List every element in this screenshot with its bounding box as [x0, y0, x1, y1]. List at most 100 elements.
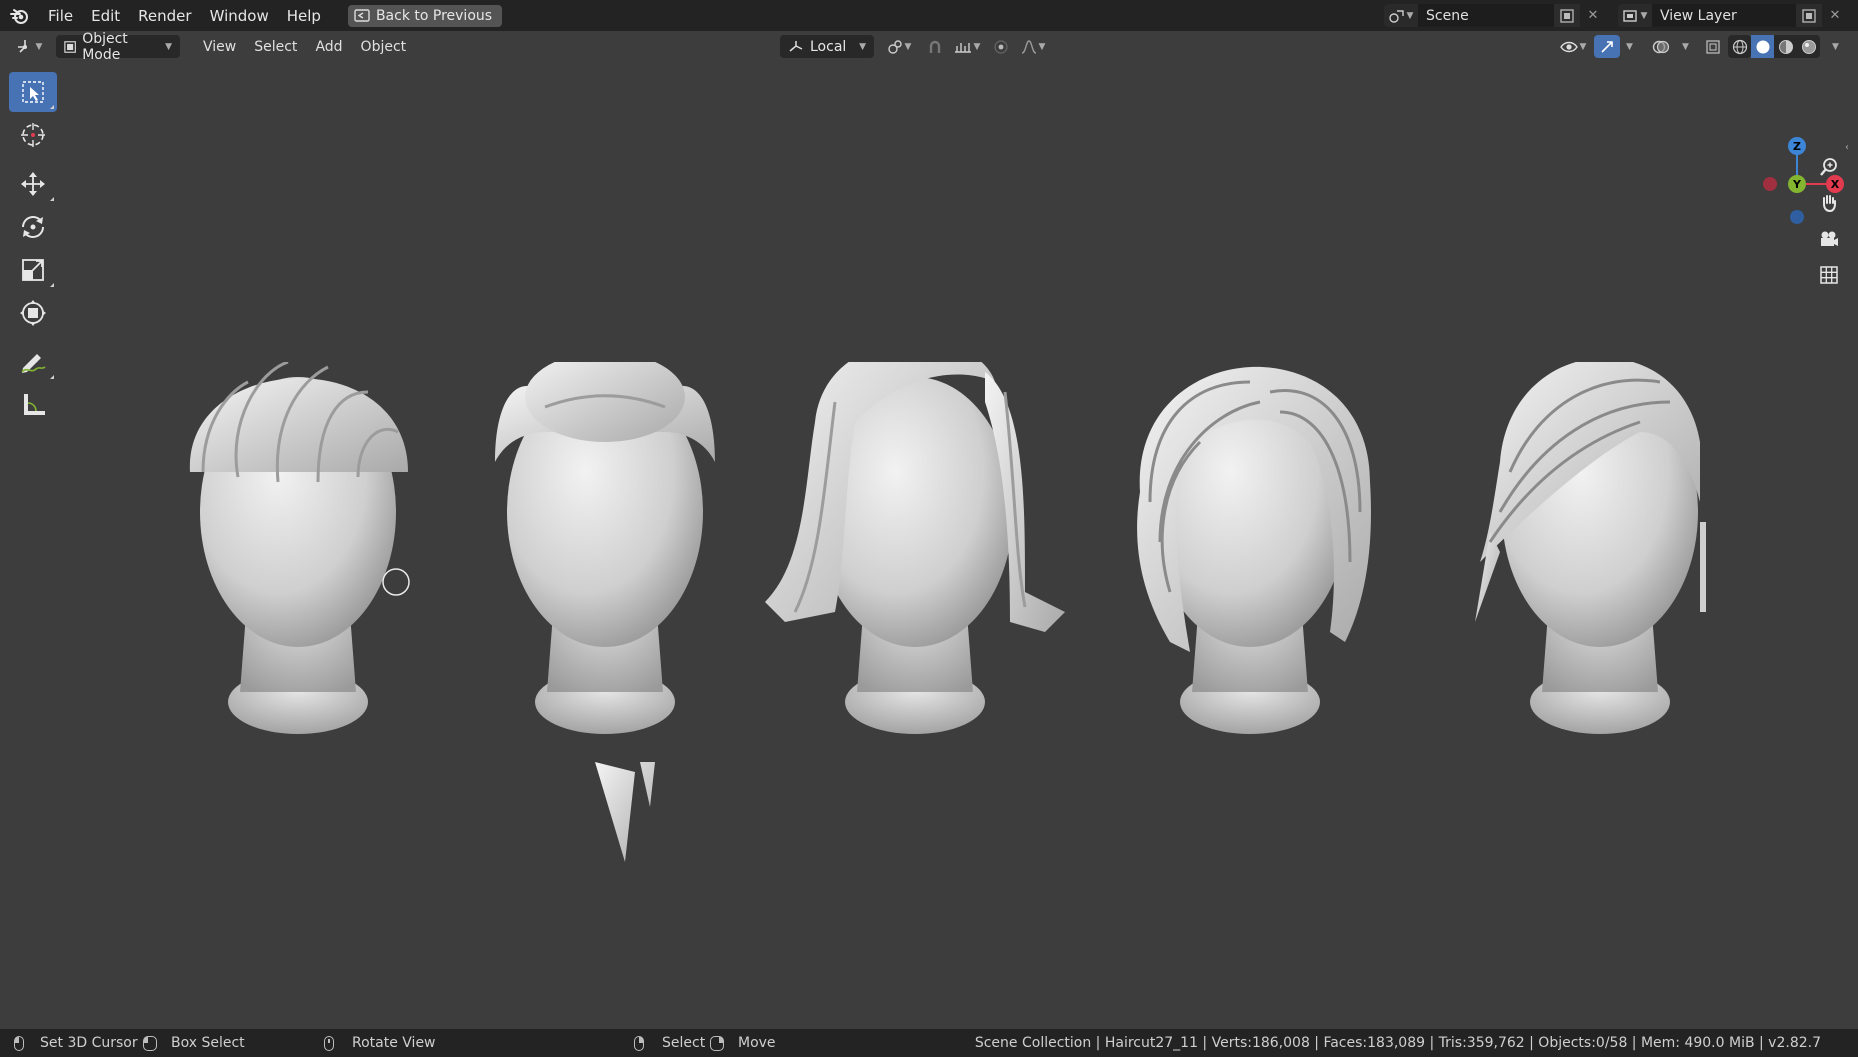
- snap-toggle[interactable]: [922, 35, 948, 58]
- 3d-viewport[interactable]: Z X Y ‹: [0, 62, 1858, 1029]
- chevron-down-icon: ▼: [859, 41, 866, 52]
- menu-help[interactable]: Help: [278, 4, 330, 28]
- scale-tool[interactable]: [9, 250, 57, 290]
- select-box-tool[interactable]: [9, 72, 57, 112]
- menu-select[interactable]: Select: [245, 36, 306, 58]
- new-view-layer-button[interactable]: [1796, 4, 1822, 27]
- neg-z-axis-icon[interactable]: [1790, 210, 1804, 224]
- gizmo-toggle[interactable]: [1594, 35, 1620, 58]
- mouse-right-drag-icon: [710, 1035, 724, 1051]
- measure-tool[interactable]: [9, 385, 57, 425]
- transform-tool[interactable]: [9, 293, 57, 333]
- mouse-right-icon: [634, 1035, 644, 1051]
- pan-hand-icon[interactable]: [1812, 186, 1846, 220]
- screen-back-icon: [354, 9, 370, 22]
- menu-view[interactable]: View: [194, 36, 245, 58]
- status-bar: Set 3D Cursor Box Select Rotate View Sel…: [0, 1029, 1858, 1057]
- hint-select: Select: [634, 1035, 705, 1051]
- visibility-button[interactable]: ▼: [1556, 35, 1590, 58]
- xray-toggle[interactable]: [1700, 35, 1726, 58]
- chevron-down-icon: ▼: [165, 41, 172, 52]
- menu-object[interactable]: Object: [352, 36, 416, 58]
- head-model-2: [495, 362, 715, 862]
- chevron-down-icon[interactable]: ▼: [1682, 42, 1689, 52]
- delete-view-layer-icon[interactable]: ✕: [1822, 4, 1848, 27]
- view-layer-icon: [1622, 9, 1637, 22]
- scene-name-field[interactable]: Scene: [1418, 4, 1554, 27]
- hint-label: Box Select: [171, 1035, 245, 1051]
- head-model-1: [189, 362, 408, 734]
- orientation-local-icon: [789, 40, 803, 52]
- xray-icon: [1706, 39, 1720, 54]
- head-model-5: [1475, 362, 1706, 734]
- object-mode-icon: [64, 40, 76, 53]
- editor-type-button[interactable]: ▼: [12, 35, 46, 58]
- scene-browse-button[interactable]: ▼: [1384, 4, 1418, 27]
- hint-rotate-view: Rotate View: [324, 1035, 436, 1051]
- overlays-toggle[interactable]: [1648, 35, 1674, 58]
- chevron-down-icon[interactable]: ▼: [1626, 42, 1633, 52]
- falloff-button[interactable]: ▼: [1016, 35, 1050, 58]
- view-layer-name-field[interactable]: View Layer: [1652, 4, 1796, 27]
- menu-edit[interactable]: Edit: [82, 4, 129, 28]
- snap-increment-icon: [954, 42, 971, 53]
- shading-solid-button[interactable]: [1751, 35, 1774, 58]
- top-bar: File Edit Render Window Help Back to Pre…: [0, 0, 1858, 31]
- y-axis-label: Y: [1792, 178, 1802, 191]
- annotate-pencil-icon: [21, 354, 46, 373]
- move-tool[interactable]: [9, 164, 57, 204]
- transform-orientation-dropdown[interactable]: Local ▼: [780, 35, 874, 58]
- gizmo-icon: [1601, 40, 1613, 53]
- 3d-viewport-icon: [17, 39, 27, 53]
- chevron-down-icon[interactable]: ▼: [1832, 42, 1839, 52]
- new-scene-button[interactable]: [1554, 4, 1580, 27]
- rotate-tool[interactable]: [9, 207, 57, 247]
- scene-statistics: Scene Collection | Haircut27_11 | Verts:…: [974, 1035, 1821, 1051]
- hint-box-select: Box Select: [143, 1035, 245, 1051]
- view-layer-browse-button[interactable]: ▼: [1618, 4, 1652, 27]
- back-to-previous-button[interactable]: Back to Previous: [347, 4, 503, 27]
- proportional-editing-toggle[interactable]: [988, 35, 1014, 58]
- measure-ruler-icon: [24, 394, 45, 415]
- falloff-curve-icon: [1021, 39, 1036, 54]
- back-button-label: Back to Previous: [375, 7, 493, 24]
- rotate-icon: [22, 216, 44, 238]
- solid-sphere-icon: [1756, 40, 1769, 53]
- wireframe-sphere-icon: [1732, 39, 1747, 54]
- menu-file[interactable]: File: [39, 4, 82, 28]
- cursor-tool[interactable]: [9, 115, 57, 155]
- grid-perspective-icon[interactable]: [1812, 258, 1846, 292]
- scene-icon: [1388, 9, 1404, 23]
- 3d-cursor-icon: [382, 568, 410, 596]
- shading-material-button[interactable]: [1774, 35, 1797, 58]
- mouse-left-icon: [14, 1035, 24, 1051]
- menu-add[interactable]: Add: [306, 36, 351, 58]
- annotate-tool[interactable]: [9, 342, 57, 382]
- viewport-header: ▼ Object Mode ▼ View Select Add Object L…: [0, 31, 1858, 63]
- proportional-edit-icon: [994, 39, 1008, 54]
- hint-label: Move: [738, 1035, 776, 1051]
- hint-label: Rotate View: [352, 1035, 436, 1051]
- head-model-3: [765, 362, 1065, 734]
- camera-icon[interactable]: [1812, 222, 1846, 256]
- menu-render[interactable]: Render: [129, 4, 200, 28]
- sidebar-toggle-icon[interactable]: ‹: [1845, 142, 1849, 153]
- zoom-icon[interactable]: [1812, 150, 1846, 184]
- hair-models-scene: [189, 362, 1706, 862]
- delete-scene-icon[interactable]: ✕: [1580, 4, 1606, 27]
- menu-window[interactable]: Window: [201, 4, 278, 28]
- mode-dropdown[interactable]: Object Mode ▼: [56, 31, 180, 63]
- pivot-point-button[interactable]: ▼: [882, 35, 916, 58]
- mode-label: Object Mode: [82, 30, 128, 63]
- orientation-label: Local: [810, 38, 847, 55]
- rendered-sphere-icon: [1801, 39, 1816, 54]
- select-box-icon: [22, 81, 44, 103]
- snap-target-button[interactable]: ▼: [950, 35, 984, 58]
- blender-logo-icon[interactable]: [9, 5, 31, 27]
- cursor-icon: [21, 123, 45, 147]
- neg-x-axis-icon[interactable]: [1763, 177, 1777, 191]
- shading-wireframe-button[interactable]: [1728, 35, 1751, 58]
- z-axis-label: Z: [1793, 140, 1801, 153]
- shading-rendered-button[interactable]: [1797, 35, 1820, 58]
- hint-move: Move: [710, 1035, 776, 1051]
